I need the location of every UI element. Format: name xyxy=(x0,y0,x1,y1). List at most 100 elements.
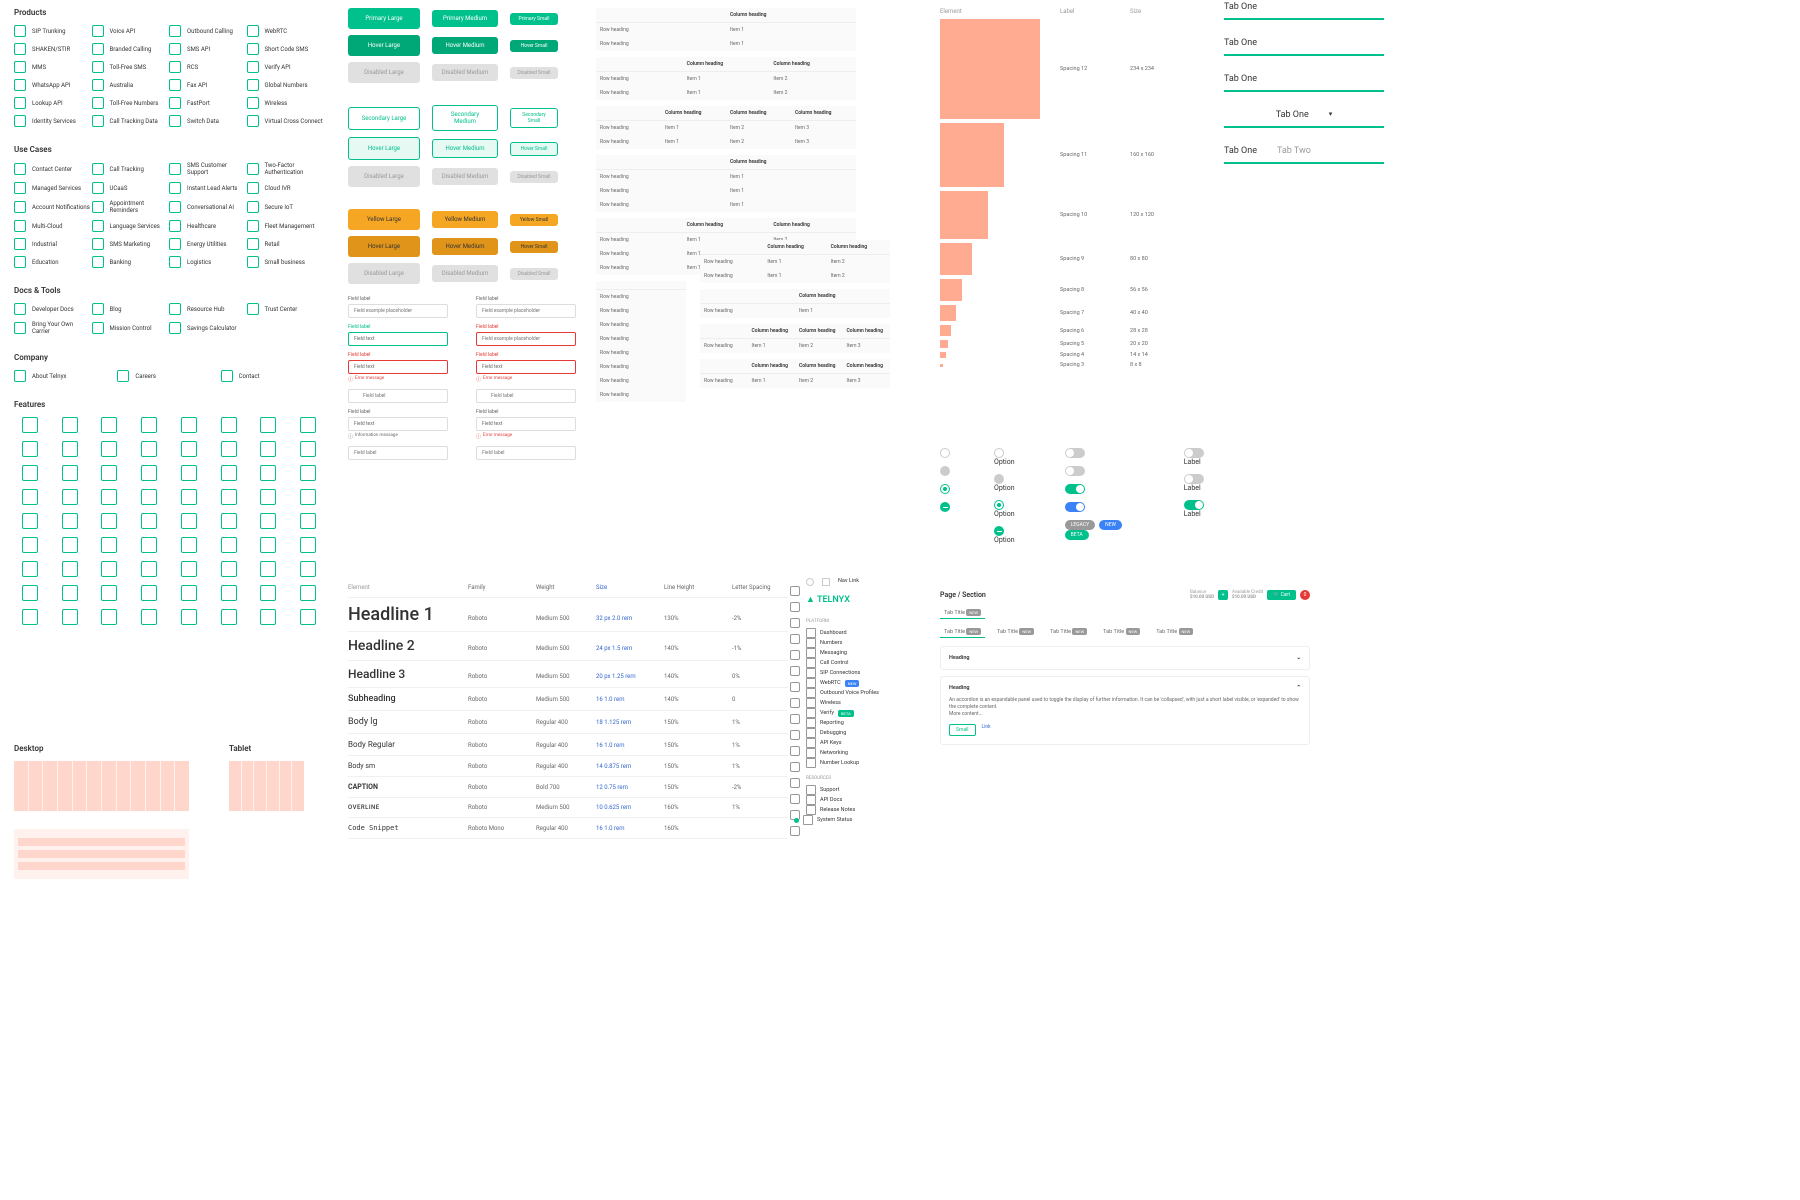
icon-item[interactable]: Short Code SMS xyxy=(247,43,325,55)
tab-one-d[interactable]: Tab One xyxy=(1276,110,1309,120)
sec-hover-small-button[interactable]: Hover Small xyxy=(510,142,558,156)
nav-link[interactable]: Nav Link xyxy=(838,578,859,586)
icon-item[interactable]: FastPort xyxy=(169,97,247,109)
icon-item[interactable]: Toll-Free Numbers xyxy=(92,97,170,109)
nav-icon[interactable] xyxy=(790,618,800,628)
sidebar-item[interactable]: Number Lookup xyxy=(806,758,879,768)
field-input-error[interactable] xyxy=(348,360,448,374)
icon-item[interactable]: Multi-Cloud xyxy=(14,220,92,232)
icon-item[interactable]: RCS xyxy=(169,61,247,73)
icon-item[interactable]: Call Tracking Data xyxy=(92,115,170,127)
toggle-label-2[interactable] xyxy=(1184,474,1204,484)
small-button[interactable]: Small xyxy=(949,724,976,736)
toggle-off-2[interactable] xyxy=(1065,466,1085,476)
sidebar-item[interactable]: Outbound Voice Profiles xyxy=(806,688,879,698)
tab-one-b[interactable]: Tab One xyxy=(1224,38,1257,48)
icon-item[interactable]: SMS Marketing xyxy=(92,238,170,250)
sidebar-resource-item[interactable]: Release Notes xyxy=(806,805,879,815)
icon-item[interactable]: Bring Your Own Carrier xyxy=(14,321,92,335)
sidebar-item[interactable]: Debugging xyxy=(806,728,879,738)
icon-item[interactable]: Conversational AI xyxy=(169,200,247,214)
icon-item[interactable]: About Telnyx xyxy=(14,370,117,382)
icon-item[interactable]: Instant Lead Alerts xyxy=(169,182,247,194)
icon-item[interactable]: WhatsApp API xyxy=(14,79,92,91)
sidebar-item[interactable]: API Keys xyxy=(806,738,879,748)
icon-item[interactable]: Mission Control xyxy=(92,321,170,335)
secondary-large-button[interactable]: Secondary Large xyxy=(348,107,420,130)
sidebar-item[interactable]: WebRTCNEW xyxy=(806,678,879,688)
icon-item[interactable]: Account Notifications xyxy=(14,200,92,214)
hover-small-button[interactable]: Hover Small xyxy=(510,40,558,52)
radio-remove[interactable] xyxy=(940,502,950,512)
sidebar-item[interactable]: Messaging xyxy=(806,648,879,658)
icon-item[interactable]: Lookup API xyxy=(14,97,92,109)
icon-item[interactable]: Trust Center xyxy=(247,303,325,315)
add-button[interactable]: + xyxy=(1218,590,1228,600)
hover-large-button[interactable]: Hover Large xyxy=(348,35,420,56)
icon-item[interactable]: Banking xyxy=(92,256,170,268)
nav-icon[interactable] xyxy=(790,634,800,644)
nav-icon[interactable] xyxy=(790,730,800,740)
dash-tab[interactable]: Tab Title NEW xyxy=(993,627,1038,638)
icon-item[interactable]: Fax API xyxy=(169,79,247,91)
nav-icon[interactable] xyxy=(790,762,800,772)
icon-item[interactable]: Small business xyxy=(247,256,325,268)
primary-medium-button[interactable]: Primary Medium xyxy=(432,10,498,27)
icon-item[interactable]: Wireless xyxy=(247,97,325,109)
notification-badge[interactable]: 0 xyxy=(1300,590,1310,600)
dash-tab[interactable]: Tab Title NEW xyxy=(940,627,985,638)
icon-item[interactable]: Fleet Management xyxy=(247,220,325,232)
sec-hover-large-button[interactable]: Hover Large xyxy=(348,137,420,160)
icon-item[interactable]: Language Services xyxy=(92,220,170,232)
icon-item[interactable]: Australia xyxy=(92,79,170,91)
nav-icon[interactable] xyxy=(790,666,800,676)
nav-icon[interactable] xyxy=(790,714,800,724)
icon-item[interactable]: WebRTC xyxy=(247,25,325,37)
icon-item[interactable]: Energy Utilities xyxy=(169,238,247,250)
field-plain-2[interactable] xyxy=(476,446,576,460)
nav-icon[interactable] xyxy=(790,586,800,596)
dash-tab[interactable]: Tab Title NEW xyxy=(1046,627,1091,638)
icon-item[interactable]: Cloud IVR xyxy=(247,182,325,194)
sidebar-item[interactable]: Reporting xyxy=(806,718,879,728)
sidebar-item[interactable]: Dashboard xyxy=(806,628,879,638)
sidebar-item[interactable]: Numbers xyxy=(806,638,879,648)
dash-tab[interactable]: Tab Title NEW xyxy=(1099,627,1144,638)
icon-item[interactable]: Education xyxy=(14,256,92,268)
icon-item[interactable]: Branded Calling xyxy=(92,43,170,55)
yellow-medium-button[interactable]: Yellow Medium xyxy=(432,211,498,228)
radio-option-4[interactable] xyxy=(994,526,1004,536)
tab-one-c[interactable]: Tab One xyxy=(1224,74,1257,84)
checkbox-icon[interactable] xyxy=(806,578,814,586)
radio-option-3[interactable] xyxy=(994,500,1004,510)
icon-item[interactable]: Retail xyxy=(247,238,325,250)
icon-item[interactable]: Voice API xyxy=(92,25,170,37)
toggle-label-3[interactable] xyxy=(1184,500,1204,510)
icon-item[interactable]: SHAKEN/STIR xyxy=(14,43,92,55)
field-input-2[interactable] xyxy=(476,304,576,318)
primary-small-button[interactable]: Primary Small xyxy=(510,13,558,25)
sec-hover-medium-button[interactable]: Hover Medium xyxy=(432,139,498,158)
nav-icon[interactable] xyxy=(790,682,800,692)
nav-icon[interactable] xyxy=(790,602,800,612)
icon-item[interactable]: SIP Trunking xyxy=(14,25,92,37)
tab-one-e[interactable]: Tab One xyxy=(1224,146,1257,156)
icon-item[interactable]: Contact Center xyxy=(14,162,92,176)
tab-two[interactable]: Tab Two xyxy=(1277,146,1311,156)
sidebar-item[interactable]: SIP Connections xyxy=(806,668,879,678)
sidebar-resource-item[interactable]: System Status xyxy=(806,815,879,825)
tab-active[interactable]: Tab Title NEW xyxy=(940,608,985,619)
icon-item[interactable]: Blog xyxy=(92,303,170,315)
toggle-label-1[interactable] xyxy=(1184,448,1204,458)
radio-selected[interactable] xyxy=(940,484,950,494)
nav-icon[interactable] xyxy=(790,650,800,660)
icon-item[interactable]: Two-Factor Authentication xyxy=(247,162,325,176)
icon-item[interactable]: SMS Customer Support xyxy=(169,162,247,176)
radio-hover[interactable] xyxy=(940,466,950,476)
radio-option-1[interactable] xyxy=(994,448,1004,458)
icon-item[interactable]: Contact xyxy=(221,370,324,382)
icon-item[interactable]: Call Tracking xyxy=(92,162,170,176)
search-input[interactable] xyxy=(348,389,448,403)
field-input-2-err[interactable] xyxy=(476,332,576,346)
radio-option-2[interactable] xyxy=(994,474,1004,484)
